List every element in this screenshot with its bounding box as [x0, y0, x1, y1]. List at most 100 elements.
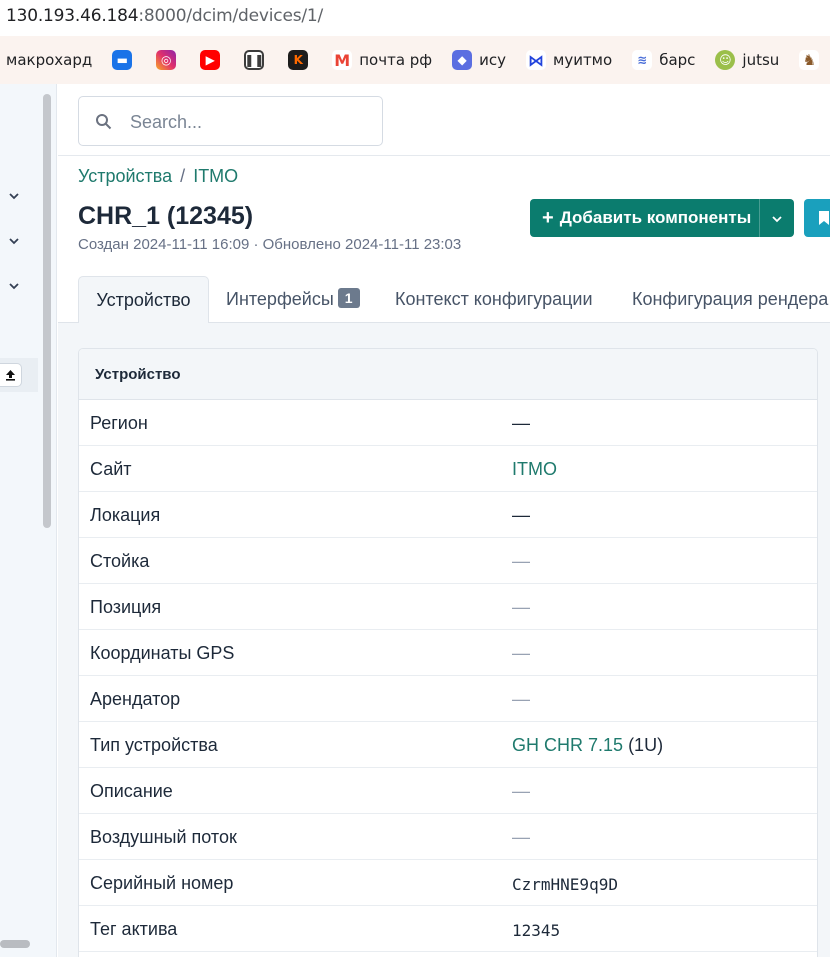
tab-render-config[interactable]: Конфигурация рендера	[632, 276, 828, 323]
serial-number: CzrmHNE9q9D	[512, 875, 618, 894]
row-key: Позиция	[90, 597, 162, 617]
instagram-icon: ◎	[156, 50, 177, 70]
table-row: Серийный номер CzrmHNE9q9D	[79, 860, 817, 906]
row-key: Регион	[90, 413, 148, 433]
chevron-down-icon[interactable]	[771, 210, 783, 223]
table-row: Позиция —	[79, 584, 817, 630]
chevron-down-icon[interactable]	[8, 280, 22, 294]
main-content: Search... Устройства / ITMO CHR_1 (12345) …	[58, 84, 830, 957]
youtube-icon: ▶	[200, 50, 221, 70]
bars-icon: ≋	[632, 50, 653, 70]
chevron-down-icon[interactable]	[8, 235, 22, 249]
table-row: Арендатор —	[79, 676, 817, 722]
device-type-size: (1U)	[628, 735, 664, 755]
upload-icon[interactable]	[0, 363, 22, 387]
device-type-link[interactable]: GH CHR 7.15	[512, 735, 623, 755]
bookmark-muitmo[interactable]: ⋈ муитмо	[526, 50, 612, 70]
row-key: Воздушный поток	[90, 827, 237, 847]
page-title: CHR_1 (12345)	[78, 202, 254, 230]
k-logo-icon: K	[288, 50, 309, 70]
asset-tag: 12345	[512, 921, 561, 940]
table-row: Регион —	[79, 400, 817, 446]
tab-label: Контекст конфигурации	[395, 289, 593, 309]
bookmark-k[interactable]: K	[288, 50, 309, 70]
row-key: Тег актива	[90, 919, 178, 939]
plus-icon: +	[542, 206, 554, 229]
isu-icon: ◆	[452, 50, 473, 70]
tabs: Устройство Интерфейсы 1 Контекст конфигур…	[58, 276, 830, 324]
breadcrumb-devices-link[interactable]: Устройства	[78, 166, 172, 186]
horizontal-scrollbar[interactable]	[0, 940, 30, 948]
sidebar-scrollbar[interactable]	[43, 94, 51, 528]
breadcrumb-separator: /	[180, 166, 186, 186]
bookmark-chat[interactable]: ▬	[112, 50, 133, 70]
button-divider	[759, 199, 760, 237]
row-value: —	[512, 827, 530, 847]
bookmark-label: ису	[479, 51, 506, 69]
add-components-button[interactable]: + Добавить компоненты	[530, 199, 794, 237]
bookmark-pochta[interactable]: Mпочта рф	[332, 50, 432, 70]
url-text[interactable]: 130.193.46.184:8000/dcim/devices/1/	[6, 6, 323, 26]
tab-interfaces[interactable]: Интерфейсы 1	[226, 276, 360, 323]
chevron-down-icon[interactable]	[8, 190, 22, 204]
row-value: —	[512, 689, 530, 709]
row-value: —	[512, 413, 530, 433]
table-row: Координаты GPS —	[79, 630, 817, 676]
page-meta: Создан 2024-11-11 16:09 · Обновлено 2024…	[78, 236, 462, 253]
sidebar-active-item[interactable]	[0, 358, 38, 392]
row-key: Арендатор	[90, 689, 181, 709]
table-row: Описание —	[79, 768, 817, 814]
viking-icon: ♞	[799, 50, 820, 70]
bookmark-makrohard[interactable]: макрохард	[6, 51, 92, 69]
bookmark-instagram[interactable]: ◎	[156, 50, 177, 70]
bookmark-button[interactable]	[804, 199, 830, 237]
row-key: Локация	[90, 505, 161, 525]
bookmarks-bar: макрохард ▬ ◎ ▶ ❚❚ K Mпочта рф ◆ ису ⋈ муи…	[0, 36, 830, 84]
bookmark-isu[interactable]: ◆ ису	[452, 50, 506, 70]
tab-device[interactable]: Устройство	[78, 276, 209, 324]
row-key: Сайт	[90, 459, 132, 479]
tab-label: Устройство	[96, 290, 191, 310]
row-key: Описание	[90, 781, 173, 801]
row-key: Стойка	[90, 551, 150, 571]
bookmark-icon	[819, 211, 829, 225]
bookmark-label: барс	[659, 51, 696, 69]
row-value: —	[512, 551, 530, 571]
bookmark-pause[interactable]: ❚❚	[244, 50, 264, 70]
row-value: —	[512, 781, 530, 801]
row-value: GH CHR 7.15 (1U)	[512, 735, 663, 756]
bookmark-label: почта рф	[359, 51, 433, 69]
table-row: Сайт ITMO	[79, 446, 817, 492]
chat-icon: ▬	[112, 50, 133, 70]
card-header: Устройство	[79, 349, 817, 400]
browser-url-bar[interactable]: 130.193.46.184:8000/dcim/devices/1/	[0, 0, 830, 36]
bookmark-jutsu[interactable]: ☺ jutsu	[715, 50, 779, 70]
jutsu-icon: ☺	[715, 50, 736, 70]
gmail-icon: M	[332, 50, 353, 70]
search-input[interactable]: Search...	[78, 96, 383, 146]
tab-label: Конфигурация рендера	[632, 289, 829, 309]
tab-config-context[interactable]: Контекст конфигурации	[395, 276, 593, 323]
pause-icon: ❚❚	[244, 50, 264, 70]
itmo-icon: ⋈	[526, 50, 546, 70]
bookmark-youtube[interactable]: ▶	[200, 50, 221, 70]
count-badge: 1	[337, 288, 360, 308]
search-icon	[95, 113, 112, 130]
row-value: —	[512, 643, 530, 663]
table-row: Тип устройства GH CHR 7.15 (1U)	[79, 722, 817, 768]
row-key: Координаты GPS	[90, 643, 235, 663]
sidebar	[0, 84, 57, 957]
site-link[interactable]: ITMO	[512, 459, 557, 480]
tab-label: Интерфейсы	[226, 289, 334, 309]
row-value: —	[512, 597, 530, 617]
breadcrumb-site-link[interactable]: ITMO	[193, 166, 238, 186]
table-row: Тег актива 12345	[79, 906, 817, 952]
bookmark-viking[interactable]: ♞	[799, 50, 820, 70]
row-value: —	[512, 505, 530, 525]
bookmark-label: макрохард	[6, 51, 93, 69]
device-card: Устройство Регион — Сайт ITMO Локация — Сто…	[78, 348, 818, 957]
add-components-label: Добавить компоненты	[559, 208, 752, 227]
bookmark-bars[interactable]: ≋ барс	[632, 50, 695, 70]
search-placeholder: Search...	[130, 112, 203, 132]
top-bar: Search...	[58, 84, 830, 156]
